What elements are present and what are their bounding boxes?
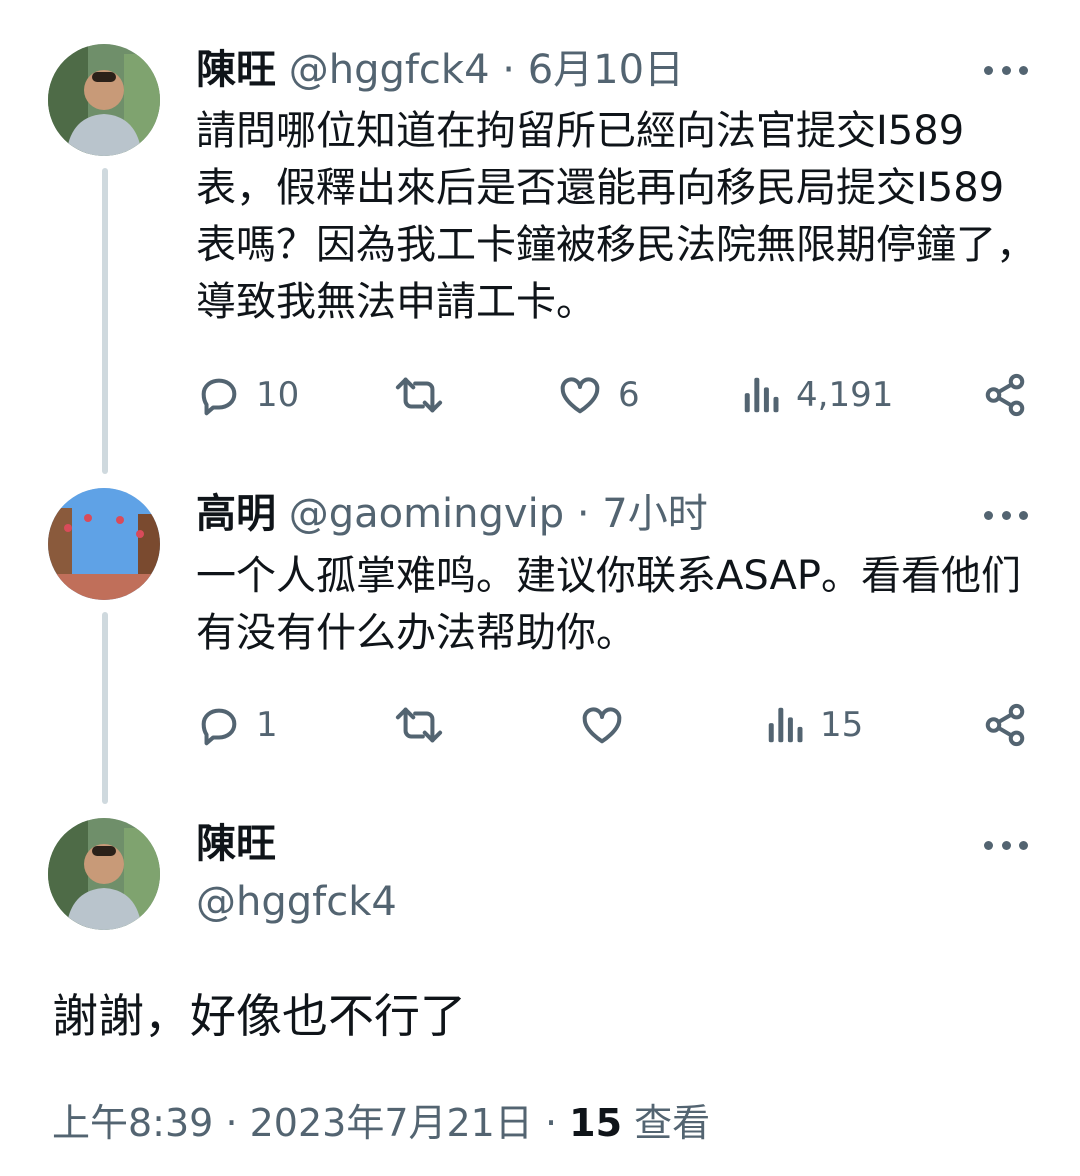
tweet-header: 高明 @gaomingvip · 7小时	[196, 488, 708, 540]
avatar[interactable]	[48, 44, 160, 156]
avatar[interactable]	[48, 818, 160, 930]
display-name[interactable]: 陳旺	[196, 47, 276, 93]
like-icon	[582, 707, 622, 744]
tweet-date[interactable]: 7小时	[602, 491, 707, 537]
views-count: 4,191	[796, 375, 894, 415]
user-handle[interactable]: @hggfck4	[196, 879, 397, 925]
more-icon	[984, 510, 993, 520]
reply-icon	[201, 378, 237, 416]
more-icon	[984, 840, 993, 850]
view-count[interactable]: 15	[569, 1101, 622, 1145]
retweet-icon	[395, 707, 443, 743]
like-button[interactable]: 6	[556, 368, 640, 422]
tweet-time[interactable]: 上午8:39	[52, 1101, 213, 1145]
tweet-text: 一个人孤掌难鸣。建议你联系ASAP。看看他们有没有什么办法帮助你。	[196, 553, 1021, 656]
display-name[interactable]: 陳旺	[196, 821, 276, 867]
meta-separator: ·	[576, 491, 590, 537]
tweet-actions: 1 15	[196, 698, 1030, 752]
share-icon	[985, 373, 1025, 417]
focused-handle: @hggfck4	[196, 876, 397, 928]
views-icon	[768, 707, 803, 743]
like-icon	[560, 377, 600, 414]
views-button[interactable]: 15	[766, 698, 863, 752]
reply-button[interactable]: 1	[196, 698, 278, 752]
views-button[interactable]: 4,191	[742, 368, 893, 422]
more-button[interactable]	[984, 505, 1028, 525]
reply-icon	[201, 708, 237, 746]
reply-button[interactable]: 10	[196, 368, 299, 422]
more-button[interactable]	[984, 835, 1028, 855]
share-icon	[985, 703, 1025, 747]
more-icon	[984, 65, 993, 75]
tweet-date[interactable]: 6月10日	[528, 47, 684, 93]
tweet-text: 請問哪位知道在拘留所已經向法官提交I589表，假釋出來后是否還能再向移民局提交I…	[196, 108, 1036, 325]
views-count: 15	[820, 705, 864, 745]
retweet-icon	[395, 377, 443, 413]
display-name[interactable]: 高明	[196, 491, 276, 537]
retweet-button[interactable]	[392, 698, 446, 752]
meta-separator: ·	[544, 1101, 558, 1145]
thread-line-1	[102, 168, 108, 474]
meta-separator: ·	[502, 47, 515, 93]
reply-count: 1	[256, 705, 278, 745]
tweet-meta-footer: 上午8:39 · 2023年7月21日 · 15 查看	[52, 1098, 710, 1148]
like-count: 6	[618, 375, 640, 415]
view-label[interactable]: 查看	[634, 1101, 710, 1145]
focused-tweet-text: 謝謝，好像也不行了	[52, 989, 466, 1043]
avatar[interactable]	[48, 488, 160, 600]
user-handle[interactable]: @hggfck4	[289, 47, 490, 93]
more-button[interactable]	[984, 60, 1028, 80]
thread-line-2	[102, 612, 108, 804]
tweet-full-date[interactable]: 2023年7月21日	[250, 1101, 533, 1145]
tweet-actions: 10 6 4,191	[196, 368, 1030, 422]
tweet-header: 陳旺 @hggfck4 · 6月10日	[196, 44, 684, 96]
like-button[interactable]	[578, 698, 626, 752]
user-handle[interactable]: @gaomingvip	[289, 491, 564, 537]
share-button[interactable]	[982, 368, 1028, 422]
share-button[interactable]	[982, 698, 1028, 752]
meta-separator: ·	[225, 1101, 238, 1145]
focused-name: 陳旺	[196, 818, 276, 870]
views-icon	[744, 377, 779, 413]
retweet-button[interactable]	[392, 368, 446, 422]
reply-count: 10	[256, 375, 300, 415]
